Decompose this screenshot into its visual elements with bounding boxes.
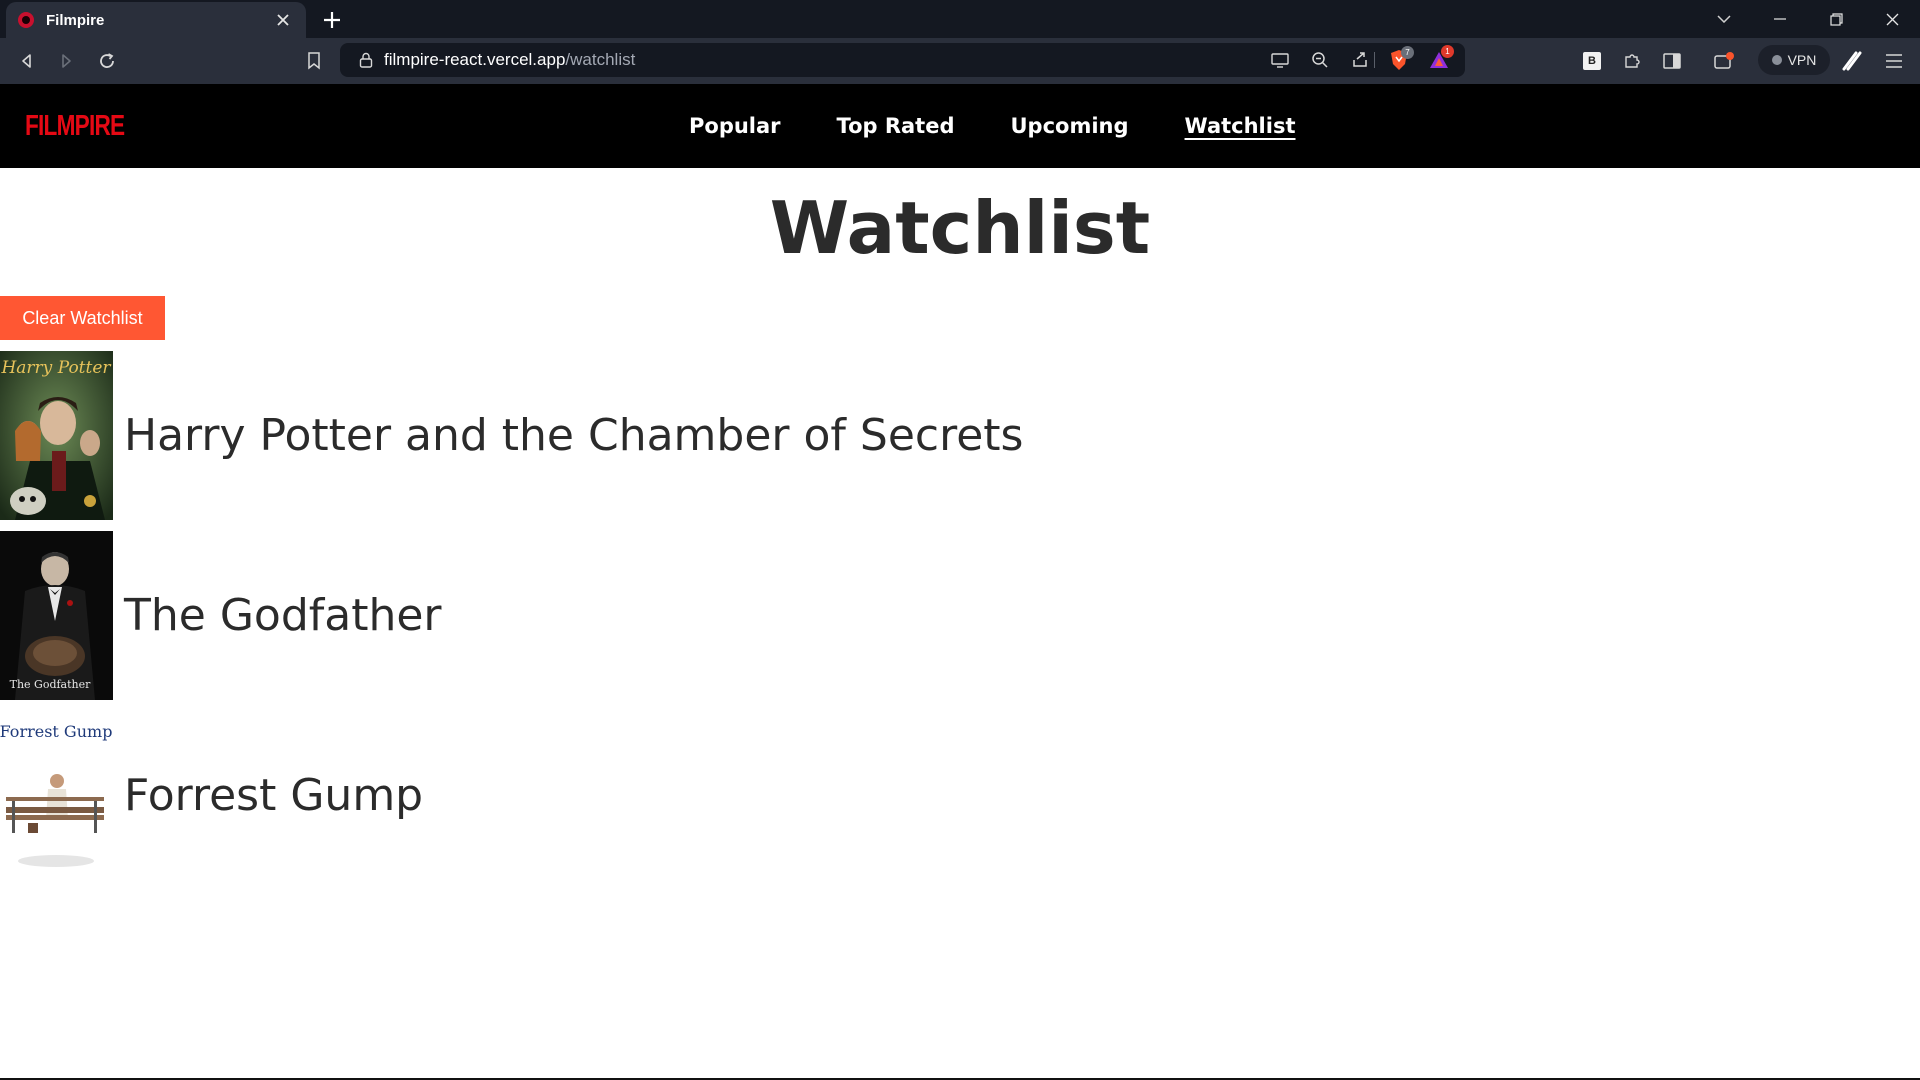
rewards-count-badge: 1 [1441,45,1454,58]
url-host: filmpire-react.vercel.app [384,50,566,69]
tab-title: Filmpire [46,11,105,29]
restore-icon[interactable] [1808,0,1864,38]
zoom-out-icon[interactable] [1308,48,1332,72]
close-tab-icon[interactable] [272,9,294,31]
cast-icon[interactable] [1268,48,1292,72]
watchlist-item[interactable]: Forrest Gump Forrest Gump [0,711,423,880]
lock-icon[interactable] [354,48,378,72]
movie-poster[interactable]: Harry Potter [0,351,113,520]
filmpire-favicon-icon [18,12,34,28]
movie-title[interactable]: Harry Potter and the Chamber of Secrets [124,410,1023,461]
url-text[interactable]: filmpire-react.vercel.app/watchlist [384,43,635,77]
shields-count-badge: 7 [1401,46,1414,59]
browser-tab[interactable]: Filmpire [6,2,306,38]
poster-title-text: Harry Potter [0,358,111,378]
tab-list-chevron-icon[interactable] [1696,0,1752,38]
vpn-button[interactable]: VPN [1758,45,1830,75]
nav-top-rated[interactable]: Top Rated [837,114,955,138]
leo-ai-icon[interactable] [1840,49,1864,73]
reload-icon[interactable] [95,49,119,73]
app-navbar: FILMPIRE Popular Top Rated Upcoming Watc… [0,84,1920,168]
movie-poster[interactable]: Forrest Gump [0,711,113,880]
movie-title[interactable]: Forrest Gump [124,770,423,821]
vpn-label: VPN [1787,52,1817,68]
back-icon[interactable] [15,49,39,73]
movie-poster[interactable]: The Godfather [0,531,113,700]
menu-icon[interactable] [1882,49,1906,73]
browser-tab-bar: Filmpire [0,0,1920,38]
wallet-icon[interactable] [1712,49,1736,73]
forward-icon[interactable] [54,49,78,73]
share-icon[interactable] [1348,48,1372,72]
nav-upcoming[interactable]: Upcoming [1011,114,1129,138]
page-title: Watchlist [769,186,1151,270]
browser-toolbar: filmpire-react.vercel.app/watchlist 7 1 … [0,38,1920,84]
poster-title-text: The Godfather [10,678,92,691]
new-tab-button[interactable] [318,6,346,34]
window-controls [1696,0,1920,38]
minimize-icon[interactable] [1752,0,1808,38]
movie-title[interactable]: The Godfather [124,590,442,641]
sidebar-toggle-icon[interactable] [1660,49,1684,73]
watchlist-item[interactable]: The Godfather The Godfather [0,531,442,700]
clear-watchlist-button[interactable]: Clear Watchlist [0,296,165,340]
brave-shields-icon[interactable]: 7 [1387,46,1414,72]
poster-title-text: Forrest Gump [0,722,112,741]
url-divider [1374,52,1375,68]
url-path: /watchlist [565,50,636,69]
filmpire-logo[interactable]: FILMPIRE [25,106,125,146]
brave-rewards-icon[interactable]: 1 [1427,45,1454,72]
vpn-status-icon [1771,55,1782,65]
address-bar[interactable]: filmpire-react.vercel.app/watchlist 7 1 [340,43,1465,77]
nav-watchlist[interactable]: Watchlist [1185,114,1296,138]
bookmark-icon[interactable] [302,49,326,73]
close-window-icon[interactable] [1864,0,1920,38]
bitwarden-extension-icon[interactable]: B [1580,49,1604,73]
extension-label: B [1583,52,1601,70]
extensions-puzzle-icon[interactable] [1620,49,1644,73]
nav-popular[interactable]: Popular [689,114,781,138]
nav-links: Popular Top Rated Upcoming Watchlist [689,84,1352,168]
watchlist-item[interactable]: Harry Potter Harry Potter and the Chambe… [0,351,1023,520]
